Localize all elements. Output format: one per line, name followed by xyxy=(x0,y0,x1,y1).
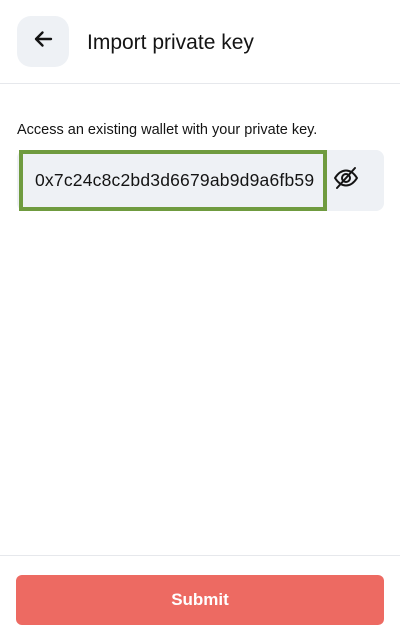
footer: Submit xyxy=(0,555,400,641)
form-description: Access an existing wallet with your priv… xyxy=(17,122,318,138)
toggle-visibility-button[interactable] xyxy=(331,165,361,195)
eye-off-icon xyxy=(332,164,360,197)
private-key-input-wrapper xyxy=(19,150,327,211)
private-key-field xyxy=(17,150,384,211)
private-key-input[interactable] xyxy=(23,154,323,207)
back-button[interactable] xyxy=(17,16,69,67)
arrow-left-icon xyxy=(32,28,54,55)
header: Import private key xyxy=(0,0,400,84)
submit-button[interactable]: Submit xyxy=(16,575,384,625)
page-title: Import private key xyxy=(87,31,254,54)
